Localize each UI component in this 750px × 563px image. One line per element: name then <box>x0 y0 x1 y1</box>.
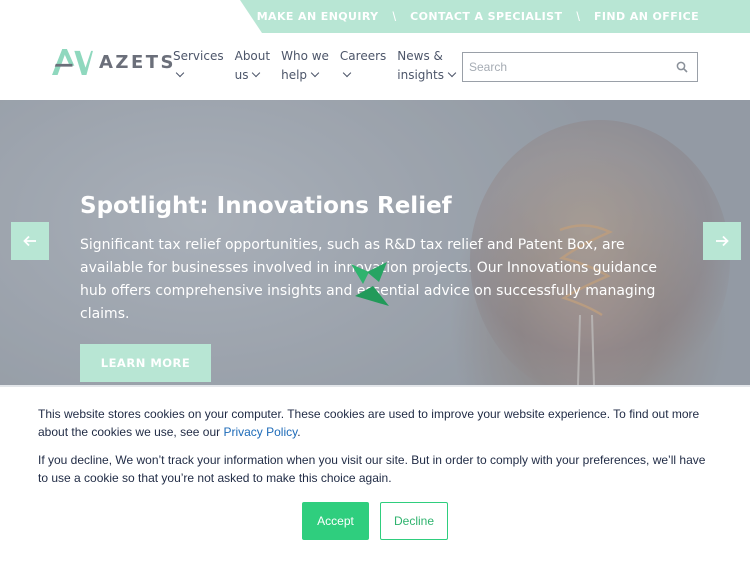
privacy-policy-link[interactable]: Privacy Policy <box>223 425 297 439</box>
nav-item-label-line2: us <box>234 68 249 82</box>
learn-more-button[interactable]: LEARN MORE <box>80 344 211 382</box>
nav-item-label: News & <box>397 49 443 63</box>
utility-bar: MAKE AN ENQUIRY \ CONTACT A SPECIALIST \… <box>240 0 750 33</box>
nav-item-who-we-help[interactable]: Who we help <box>281 47 329 85</box>
nav-item-label-line2: insights <box>397 68 444 82</box>
nav-item-news-insights[interactable]: News & insights <box>397 47 457 85</box>
nav-item-label: About <box>234 49 271 63</box>
main-nav: Services About us Who we help Careers Ne… <box>173 47 466 85</box>
nav-item-careers[interactable]: Careers <box>340 47 386 85</box>
arrow-left-icon <box>23 235 36 247</box>
search-input[interactable] <box>463 53 667 81</box>
azets-logo-mark-icon <box>52 48 93 76</box>
make-an-enquiry-link[interactable]: MAKE AN ENQUIRY <box>257 10 379 23</box>
nav-item-services[interactable]: Services <box>173 47 224 85</box>
chevron-down-icon <box>310 68 320 78</box>
nav-item-label-line2: help <box>281 68 308 82</box>
brand-name: AZETS <box>98 51 176 73</box>
decline-button[interactable]: Decline <box>380 502 448 540</box>
chevron-down-icon <box>342 68 352 78</box>
hero-title: Spotlight: Innovations Relief <box>80 193 452 219</box>
loading-spinner-icon <box>351 262 389 306</box>
search-icon[interactable] <box>667 53 697 81</box>
cookie-message-end: . <box>297 424 301 439</box>
azets-logo[interactable]: AZETS <box>52 46 176 78</box>
contact-a-specialist-link[interactable]: CONTACT A SPECIALIST <box>410 10 562 23</box>
chevron-down-icon <box>447 68 457 78</box>
site-header: AZETS Services About us Who we help Care… <box>0 33 750 100</box>
utility-separator: \ <box>392 9 397 24</box>
accept-button[interactable]: Accept <box>302 502 369 540</box>
nav-item-label: Careers <box>339 49 387 63</box>
search-box <box>462 52 698 82</box>
find-an-office-link[interactable]: FIND AN OFFICE <box>594 10 699 23</box>
cookie-message-text: This website stores cookies on your comp… <box>38 407 700 439</box>
chevron-down-icon <box>252 68 261 78</box>
hero-carousel: Spotlight: Innovations Relief Significan… <box>0 100 750 385</box>
carousel-next-button[interactable] <box>703 222 741 260</box>
cookie-message: This website stores cookies on your comp… <box>38 406 708 441</box>
nav-item-label: Who we <box>281 49 329 63</box>
chevron-down-icon <box>175 68 185 78</box>
arrow-right-icon <box>716 235 729 247</box>
cookie-banner: This website stores cookies on your comp… <box>0 385 750 563</box>
utility-separator: \ <box>576 9 581 24</box>
nav-item-about-us[interactable]: About us <box>235 47 270 85</box>
cookie-decline-note: If you decline, We won’t track your info… <box>38 453 706 485</box>
nav-item-label: Services <box>173 49 224 63</box>
carousel-prev-button[interactable] <box>11 222 49 260</box>
